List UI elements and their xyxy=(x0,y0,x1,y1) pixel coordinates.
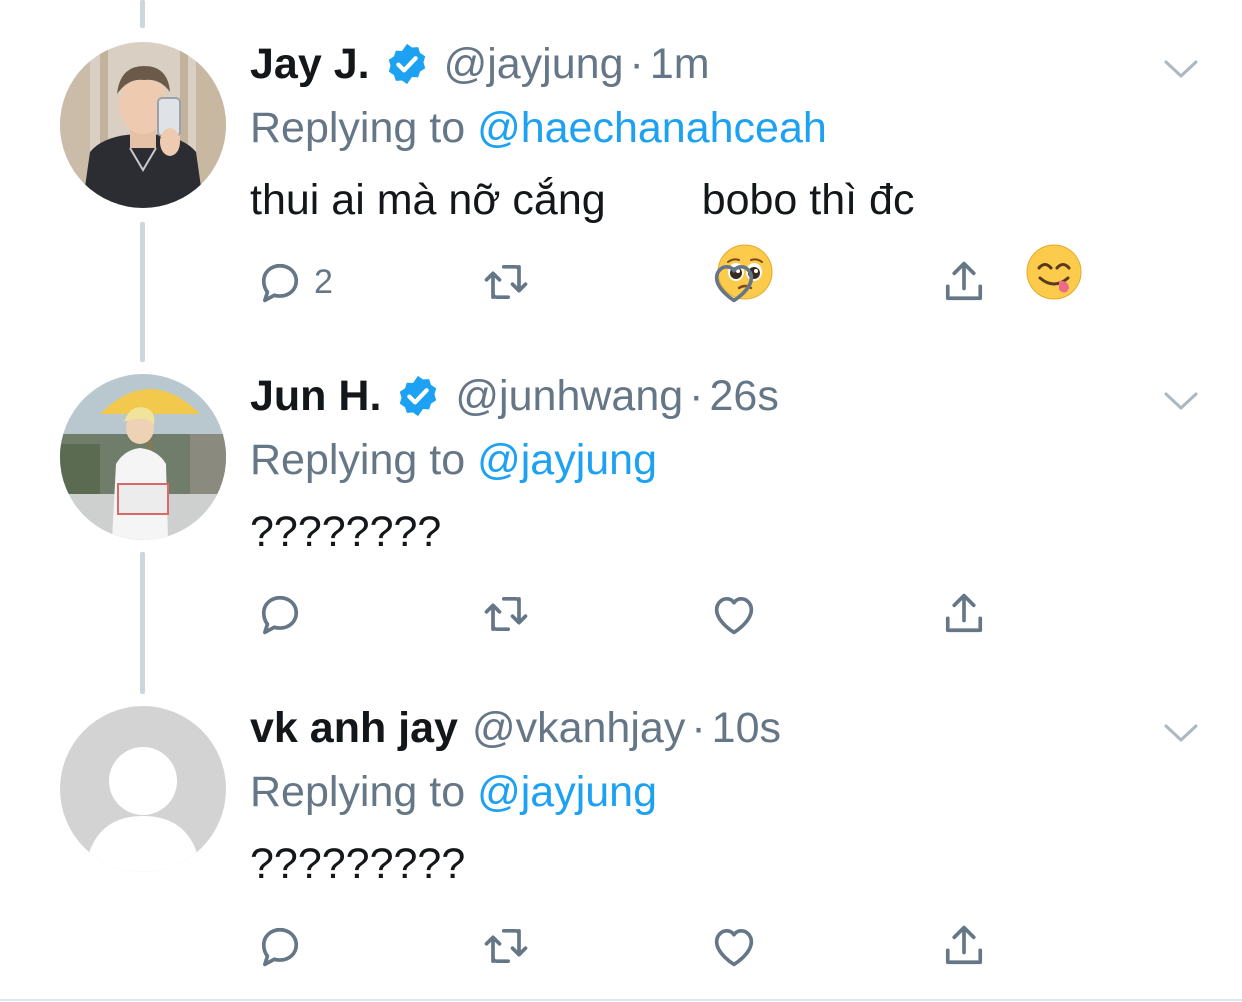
tweet-text: ???????? xyxy=(250,508,442,556)
display-name[interactable]: Jun H. xyxy=(250,372,381,421)
share-icon xyxy=(945,593,983,633)
like-icon xyxy=(714,264,754,303)
replying-to: Replying to @haechanahceah xyxy=(250,96,1202,160)
reply-count: 2 xyxy=(314,262,333,301)
mention-link[interactable]: @jayjung xyxy=(477,436,657,484)
tweet-header: vk anh jay @vkanhjay · 10s xyxy=(250,698,1202,758)
timestamp[interactable]: 1m xyxy=(650,40,710,89)
like-button[interactable] xyxy=(708,918,760,974)
yum-face-icon xyxy=(930,172,1082,300)
share-button[interactable] xyxy=(938,918,990,974)
tweet-header: Jun H. @junhwang · 26s xyxy=(250,366,1202,426)
verified-badge-icon xyxy=(384,41,430,87)
share-button[interactable] xyxy=(938,254,990,310)
chevron-down-icon[interactable] xyxy=(1160,712,1202,754)
separator-dot: · xyxy=(689,371,704,420)
user-handle[interactable]: @jayjung xyxy=(444,40,624,89)
reply-button[interactable] xyxy=(254,918,314,974)
user-handle[interactable]: @vkanhjay xyxy=(472,704,685,753)
separator-dot: · xyxy=(629,39,644,88)
reply-icon xyxy=(261,595,299,635)
timestamp[interactable]: 26s xyxy=(709,372,778,421)
tweet-1[interactable]: Jay J. @jayjung · 1m Replying to @haecha… xyxy=(0,0,1242,332)
tweet-actions xyxy=(250,918,1010,978)
replying-prefix: Replying to xyxy=(250,768,478,816)
tweet-content: Jun H. @junhwang · 26s Replying to @jayj… xyxy=(250,366,1202,568)
share-icon xyxy=(945,261,983,301)
like-button[interactable] xyxy=(708,254,760,310)
user-handle[interactable]: @junhwang xyxy=(455,372,683,421)
avatar[interactable] xyxy=(60,706,226,872)
display-name[interactable]: vk anh jay xyxy=(250,704,458,753)
tweet-actions: 2 xyxy=(250,254,1010,314)
reply-icon xyxy=(261,927,299,967)
avatar[interactable] xyxy=(60,374,226,540)
mention-link[interactable]: @jayjung xyxy=(477,768,657,816)
tweet-content: Jay J. @jayjung · 1m Replying to @haecha… xyxy=(250,34,1202,300)
like-button[interactable] xyxy=(708,586,760,642)
tweet-text-part: bobo thì đc xyxy=(701,176,915,224)
like-icon xyxy=(714,596,754,635)
mention-link[interactable]: @haechanahceah xyxy=(477,104,827,152)
replying-to: Replying to @jayjung xyxy=(250,428,1202,492)
divider xyxy=(0,999,1242,1001)
display-name[interactable]: Jay J. xyxy=(250,40,370,89)
tweet-header: Jay J. @jayjung · 1m xyxy=(250,34,1202,94)
tweet-2[interactable]: Jun H. @junhwang · 26s Replying to @jayj… xyxy=(0,332,1242,664)
replying-prefix: Replying to xyxy=(250,104,478,152)
timestamp[interactable]: 10s xyxy=(712,704,781,753)
like-icon xyxy=(714,928,754,967)
tweet-content: vk anh jay @vkanhjay · 10s Replying to @… xyxy=(250,698,1202,900)
reply-button[interactable]: 2 xyxy=(254,254,333,310)
tweet-text: thui ai mà nỡ cắng bobo thì đc xyxy=(250,164,1202,300)
retweet-icon xyxy=(484,596,528,632)
replying-prefix: Replying to xyxy=(250,436,478,484)
retweet-button[interactable] xyxy=(480,918,532,974)
share-icon xyxy=(945,925,983,965)
retweet-icon xyxy=(484,264,528,300)
chevron-down-icon[interactable] xyxy=(1160,48,1202,90)
pleading-face-icon xyxy=(622,172,773,300)
retweet-button[interactable] xyxy=(480,586,532,642)
share-button[interactable] xyxy=(938,586,990,642)
tweet-actions xyxy=(250,586,1010,646)
retweet-button[interactable] xyxy=(480,254,532,310)
tweet-text: ????????? xyxy=(250,840,466,888)
replying-to: Replying to @jayjung xyxy=(250,760,1202,824)
tweet-3[interactable]: vk anh jay @vkanhjay · 10s Replying to @… xyxy=(0,664,1242,996)
reply-button[interactable] xyxy=(254,586,314,642)
chevron-down-icon[interactable] xyxy=(1160,380,1202,422)
verified-badge-icon xyxy=(395,373,441,419)
avatar[interactable] xyxy=(60,42,226,208)
retweet-icon xyxy=(484,928,528,964)
separator-dot: · xyxy=(691,703,706,752)
tweet-text-part: thui ai mà nỡ cắng xyxy=(250,176,606,224)
reply-icon xyxy=(261,263,299,303)
